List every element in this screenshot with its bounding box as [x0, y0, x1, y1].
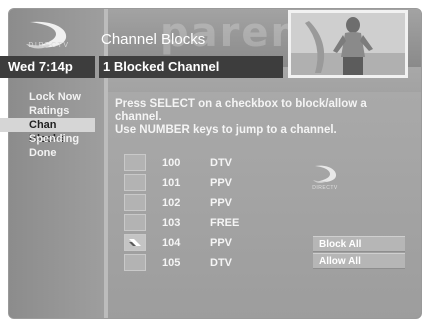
menu-item-done[interactable]: Done	[0, 146, 95, 160]
instructions: Press SELECT on a checkbox to block/allo…	[115, 98, 415, 137]
channel-row[interactable]: 103 FREE	[124, 214, 294, 232]
channel-row[interactable]: 105 DTV	[124, 254, 294, 272]
channel-number: 104	[162, 237, 181, 249]
channel-checkbox-checked[interactable]	[124, 234, 146, 251]
channel-number: 103	[162, 217, 181, 229]
blocked-check-icon	[129, 239, 141, 246]
instruction-line-2: Use NUMBER keys to jump to a channel.	[115, 124, 337, 136]
channel-type: FREE	[210, 217, 240, 229]
channel-checkbox[interactable]	[124, 154, 146, 171]
block-all-button[interactable]: Block All	[313, 236, 405, 252]
channel-row[interactable]: 104 PPV	[124, 234, 294, 252]
channel-checkbox[interactable]	[124, 174, 146, 191]
parental-menu: Lock Now Ratings Chan Blocks Spending Do…	[0, 90, 95, 160]
channel-type: DTV	[210, 157, 232, 169]
menu-item-chan-blocks[interactable]: Chan Blocks	[0, 118, 95, 145]
channel-row[interactable]: 102 PPV	[124, 194, 294, 212]
channel-checkbox[interactable]	[124, 194, 146, 211]
channel-row[interactable]: 101 PPV	[124, 174, 294, 192]
channel-type: PPV	[210, 177, 233, 189]
channel-number: 105	[162, 257, 181, 269]
channel-type: PPV	[210, 197, 233, 209]
page-title: Channel Blocks	[101, 31, 206, 48]
directv-mini-logo-text: DIRECTV	[312, 185, 338, 191]
channel-checkbox[interactable]	[124, 214, 146, 231]
directv-logo-text: DIRECTV	[28, 42, 70, 49]
menu-item-lock-now[interactable]: Lock Now	[0, 90, 95, 104]
channel-number: 102	[162, 197, 181, 209]
clock: Wed 7:14p	[8, 59, 73, 74]
video-preview	[288, 10, 408, 78]
channel-type: DTV	[210, 257, 232, 269]
instruction-line-1: Press SELECT on a checkbox to block/allo…	[115, 98, 367, 123]
channel-row[interactable]: 100 DTV	[124, 154, 294, 172]
allow-all-button[interactable]: Allow All	[313, 253, 405, 269]
channel-checkbox[interactable]	[124, 254, 146, 271]
channel-type: PPV	[210, 237, 233, 249]
menu-item-ratings[interactable]: Ratings	[0, 104, 95, 118]
surfer-image	[291, 13, 405, 75]
channel-number: 100	[162, 157, 181, 169]
blocked-count-status: 1 Blocked Channel	[103, 59, 220, 74]
channel-number: 101	[162, 177, 181, 189]
menu-item-spending[interactable]: Spending	[0, 132, 95, 146]
directv-mini-logo-icon	[313, 165, 337, 183]
